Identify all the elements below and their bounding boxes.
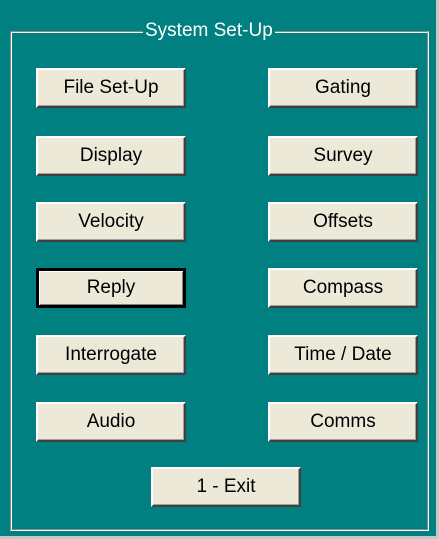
compass-button[interactable]: Compass	[268, 268, 418, 308]
survey-label: Survey	[313, 145, 373, 166]
exit-label: 1 - Exit	[196, 476, 256, 497]
offsets-label: Offsets	[313, 211, 373, 232]
file-setup-label: File Set-Up	[63, 77, 159, 98]
survey-button[interactable]: Survey	[268, 136, 418, 176]
group-title: System Set-Up	[143, 19, 275, 43]
gating-label: Gating	[315, 77, 371, 98]
comms-label: Comms	[310, 411, 376, 432]
time-date-button[interactable]: Time / Date	[268, 335, 418, 375]
offsets-button[interactable]: Offsets	[268, 202, 418, 242]
audio-button[interactable]: Audio	[36, 402, 186, 442]
display-button[interactable]: Display	[36, 136, 186, 176]
audio-label: Audio	[86, 411, 136, 432]
exit-button[interactable]: 1 - Exit	[151, 467, 301, 507]
velocity-button[interactable]: Velocity	[36, 202, 186, 242]
interrogate-button[interactable]: Interrogate	[36, 335, 186, 375]
comms-button[interactable]: Comms	[268, 402, 418, 442]
gating-button[interactable]: Gating	[268, 68, 418, 108]
display-label: Display	[79, 145, 143, 166]
time-date-label: Time / Date	[294, 344, 392, 365]
interrogate-label: Interrogate	[65, 344, 157, 365]
reply-button[interactable]: Reply	[36, 268, 186, 308]
system-setup-panel: System Set-Up File Set-Up Display Veloci…	[0, 0, 439, 539]
velocity-label: Velocity	[78, 211, 144, 232]
compass-label: Compass	[302, 277, 384, 298]
reply-label: Reply	[86, 277, 136, 298]
file-setup-button[interactable]: File Set-Up	[36, 68, 186, 108]
